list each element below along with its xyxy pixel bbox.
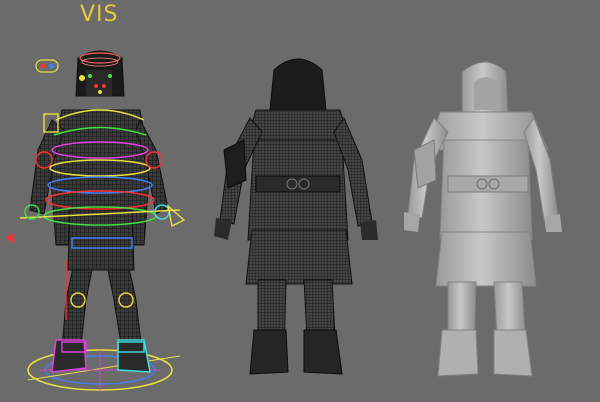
scene-canvas[interactable] [0, 0, 600, 402]
wireframe-character[interactable] [214, 58, 378, 375]
shaded-character[interactable] [404, 61, 562, 377]
maya-viewport[interactable]: VIS [0, 0, 600, 402]
rig-ground-arrow [27, 355, 181, 381]
rig-side-arrow[interactable] [6, 232, 14, 244]
rigged-character[interactable] [6, 50, 186, 392]
rig-eye-control[interactable] [35, 59, 59, 73]
